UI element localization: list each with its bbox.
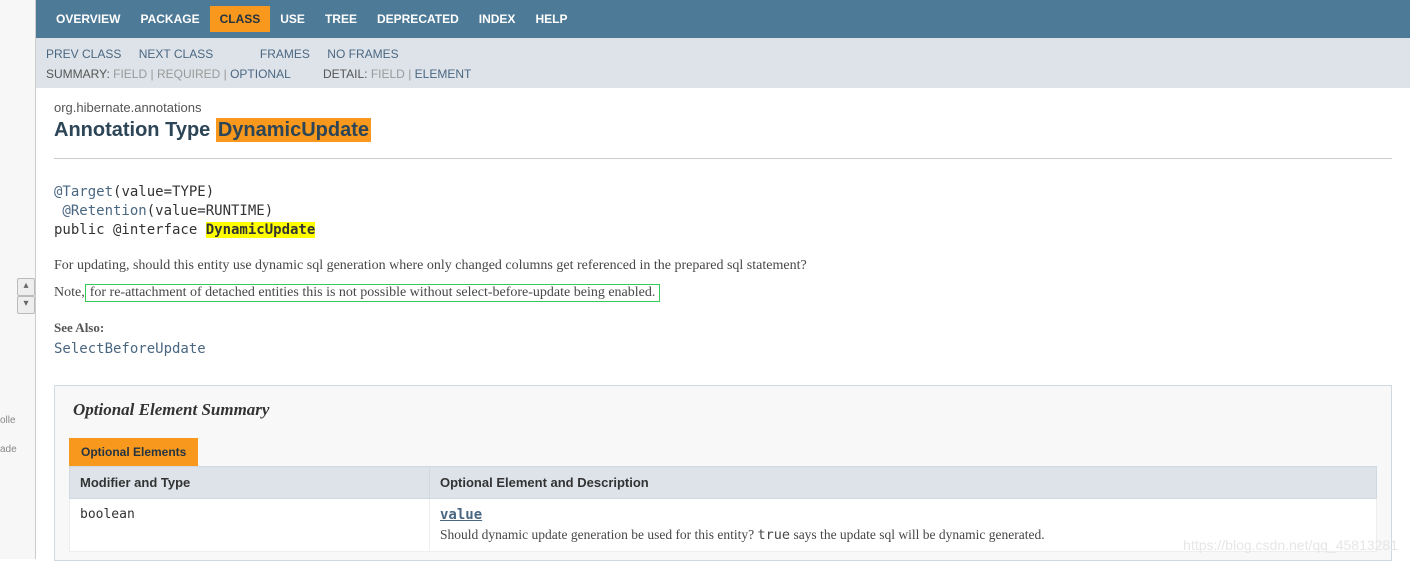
summary-heading: Optional Element Summary [73,400,1377,420]
content: org.hibernate.annotations Annotation Typ… [36,88,1410,585]
sig-name: DynamicUpdate [206,222,316,238]
cell-type: boolean [70,498,430,551]
nav-use[interactable]: USE [270,6,315,32]
nav-overview[interactable]: OVERVIEW [46,6,130,32]
summary-required: REQUIRED [157,67,220,81]
left-gutter: ▴ ▾ olle ade [0,0,36,559]
note-prefix: Note, [54,285,85,300]
description: For updating, should this entity use dyn… [54,258,1392,274]
sub-nav: PREV CLASS NEXT CLASS FRAMES NO FRAMES S… [36,38,1410,88]
sig-target-anno: @Target [54,184,113,200]
summary-label: SUMMARY: [46,67,110,81]
optional-elements-table: Optional Elements Modifier and Type Opti… [69,438,1377,552]
table-row: boolean value Should dynamic update gene… [70,498,1377,551]
frames-link[interactable]: FRAMES [260,47,310,61]
divider [54,158,1392,159]
see-also-label: See Also: [54,320,1392,336]
nav-index[interactable]: INDEX [469,6,526,32]
nav-deprecated[interactable]: DEPRECATED [367,6,469,32]
desc-code: true [758,527,791,543]
scroll-up-icon[interactable]: ▴ [17,278,35,296]
sig-retention-val: (value=RUNTIME) [147,203,273,219]
cell-description: value Should dynamic update generation b… [430,498,1377,551]
nav-package[interactable]: PACKAGE [130,6,209,32]
desc-pre: Should dynamic update generation be used… [440,527,758,542]
next-class-link[interactable]: NEXT CLASS [139,47,213,61]
note-line: Note, for re-attachment of detached enti… [54,284,1392,302]
desc-post: says the update sql will be dynamic gene… [790,527,1045,542]
package-name: org.hibernate.annotations [54,94,1392,117]
top-nav: OVERVIEW PACKAGE CLASS USE TREE DEPRECAT… [36,0,1410,38]
nav-class[interactable]: CLASS [210,6,271,32]
summary-optional-link[interactable]: OPTIONAL [230,67,290,81]
sig-retention-anno: @Retention [54,203,147,219]
sig-target-val: (value=TYPE) [113,184,214,200]
title-prefix: Annotation Type [54,119,216,141]
note-boxed: for re-attachment of detached entities t… [85,284,661,302]
optional-element-summary: Optional Element Summary Optional Elemen… [54,385,1392,561]
page-title: Annotation Type DynamicUpdate [54,119,1392,142]
scroll-down-icon[interactable]: ▾ [17,296,35,314]
nav-tree[interactable]: TREE [315,6,367,32]
sig-decl: public @interface [54,222,206,238]
see-also-link[interactable]: SelectBeforeUpdate [54,341,206,357]
member-desc: Should dynamic update generation be used… [440,527,1366,543]
member-value-link[interactable]: value [440,507,482,523]
summary-field: FIELD [113,67,147,81]
table-tab-active[interactable]: Optional Elements [69,438,198,466]
detail-element-link[interactable]: ELEMENT [415,67,472,81]
gutter-text-2: ade [0,444,17,455]
signature-block: @Target(value=TYPE) @Retention(value=RUN… [54,183,1392,240]
title-name: DynamicUpdate [216,118,371,142]
gutter-text-1: olle [0,415,16,426]
detail-label: DETAIL: [323,67,367,81]
no-frames-link[interactable]: NO FRAMES [327,47,398,61]
col-element-desc: Optional Element and Description [430,466,1377,498]
nav-help[interactable]: HELP [525,6,577,32]
prev-class-link[interactable]: PREV CLASS [46,47,121,61]
col-modifier-type: Modifier and Type [70,466,430,498]
detail-field: FIELD [371,67,405,81]
